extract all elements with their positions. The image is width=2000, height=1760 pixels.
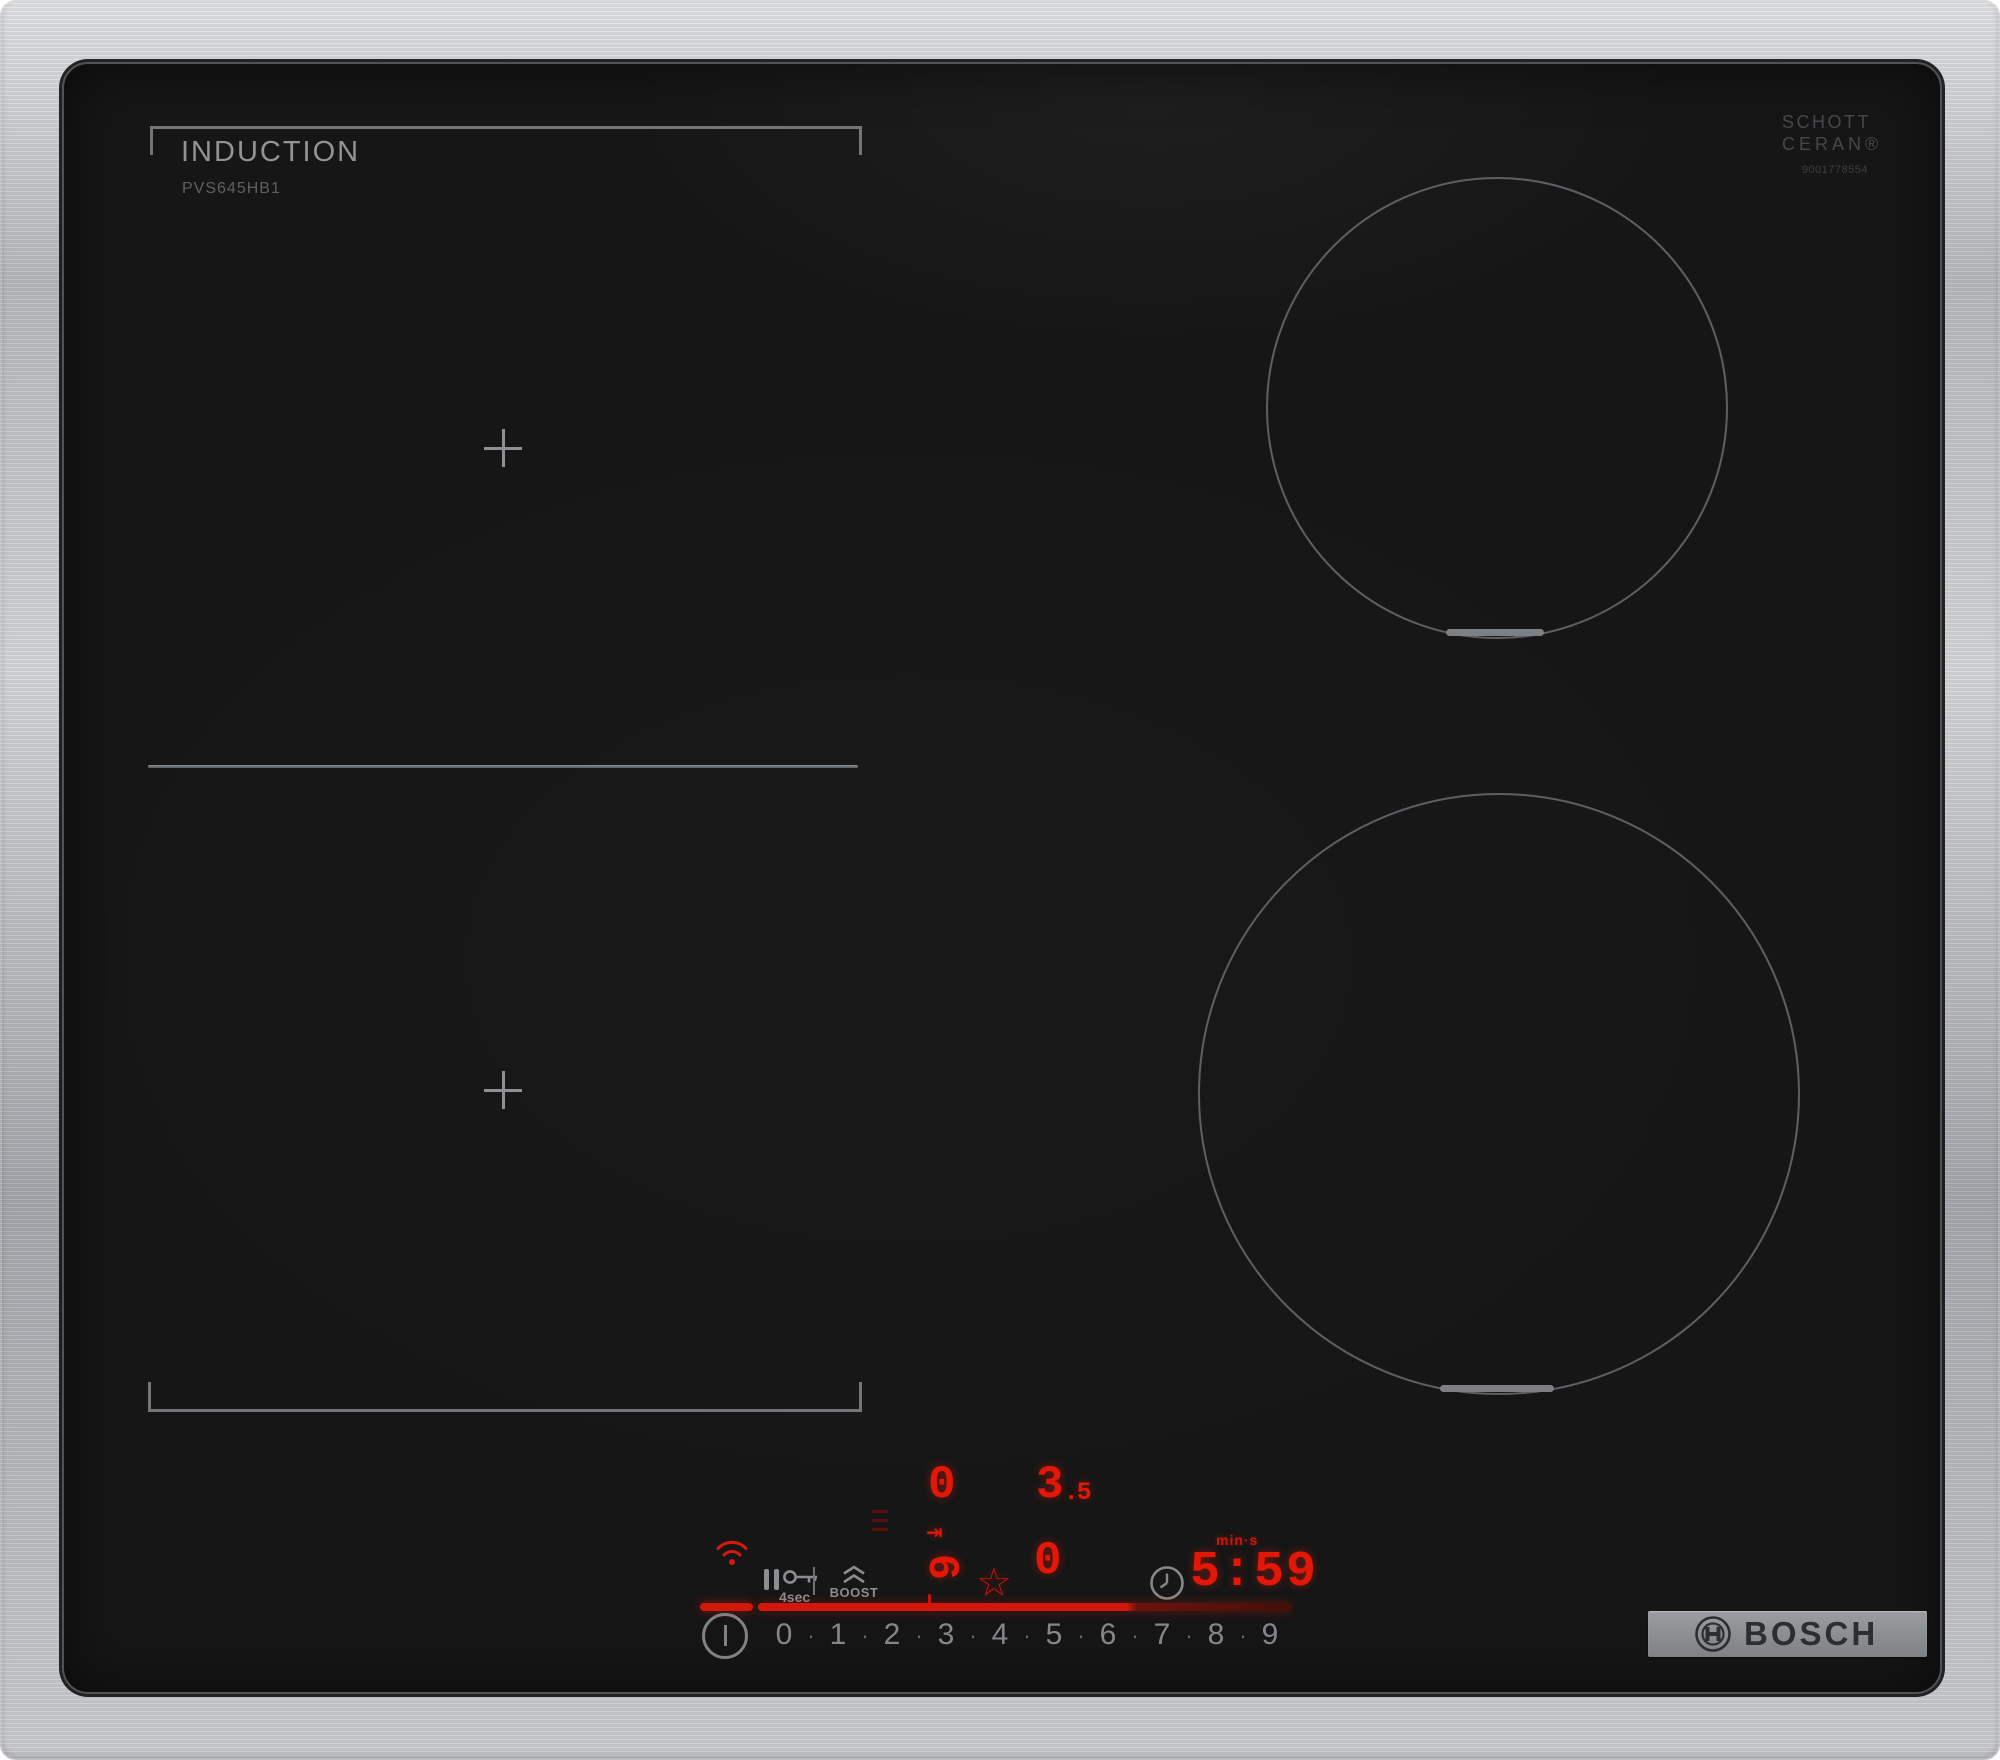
- boost-chevrons-icon: [843, 1565, 865, 1584]
- boost-label: BOOST: [829, 1585, 879, 1600]
- level-dot: ·: [1131, 1623, 1139, 1648]
- level-dot: ·: [1239, 1623, 1247, 1648]
- bosch-wordmark: BOSCH: [1744, 1615, 1879, 1652]
- level-dot: ·: [969, 1623, 977, 1648]
- move-pan-arrow-icon: ⇥: [926, 1520, 943, 1544]
- model-number-label: PVS645HB1: [182, 180, 281, 197]
- cooktop-product-shot: INDUCTION PVS645HB1 SCHOTT CERAN® 900177…: [0, 0, 2000, 1760]
- power-key[interactable]: [702, 1613, 748, 1659]
- front-right-level-display[interactable]: 0: [1034, 1538, 1062, 1584]
- rear-right-level-display[interactable]: 3 .5: [1036, 1459, 1092, 1511]
- front-left-level-display[interactable]: ⇥ 6: [916, 1520, 966, 1609]
- level-key-8[interactable]: 8: [1201, 1618, 1231, 1652]
- level-dot: ·: [1185, 1623, 1193, 1648]
- flex-zone-rear-center-mark: [484, 429, 522, 467]
- rear-right-zone-notch: [1446, 629, 1544, 636]
- level-dot: ·: [1023, 1623, 1031, 1648]
- rear-right-level-main: 3: [1036, 1459, 1064, 1511]
- induction-print-label: INDUCTION: [181, 136, 361, 168]
- timer-clock-key[interactable]: [1148, 1564, 1186, 1602]
- level-key-1[interactable]: 1: [823, 1618, 853, 1652]
- flex-zone-bottom-bracket: [148, 1382, 862, 1412]
- rear-left-level-display[interactable]: 0: [928, 1462, 956, 1508]
- childlock-key[interactable]: 4sec: [779, 1566, 825, 1605]
- boost-key[interactable]: BOOST: [823, 1564, 885, 1604]
- bosch-anchor-icon: [1695, 1616, 1731, 1652]
- flex-link-icon: [872, 1510, 888, 1537]
- glass-code-label: 9001778554: [1801, 164, 1868, 176]
- ceran-line: CERAN®: [1782, 134, 1883, 154]
- wifi-icon: [716, 1540, 748, 1565]
- level-key-7[interactable]: 7: [1147, 1618, 1177, 1652]
- level-dot: ·: [807, 1623, 815, 1648]
- level-dot: ·: [1077, 1623, 1085, 1648]
- panel-divider: [813, 1567, 815, 1595]
- rear-right-level-decimal: .5: [1063, 1478, 1092, 1507]
- front-left-level-digit: 6: [916, 1553, 966, 1581]
- front-right-zone-ring: [1198, 793, 1800, 1395]
- level-key-4[interactable]: 4: [985, 1618, 1015, 1652]
- level-key-3[interactable]: 3: [931, 1618, 961, 1652]
- power-slider-bar[interactable]: [758, 1603, 1292, 1611]
- level-key-5[interactable]: 5: [1039, 1618, 1069, 1652]
- rear-right-zone-ring: [1266, 177, 1728, 639]
- level-key-0[interactable]: 0: [769, 1618, 799, 1652]
- level-dot: ·: [915, 1623, 923, 1648]
- key-icon: [783, 1570, 817, 1584]
- timer-value-display: 5:59: [1190, 1544, 1319, 1601]
- level-key-6[interactable]: 6: [1093, 1618, 1123, 1652]
- schott-line: SCHOTT: [1782, 112, 1871, 132]
- level-key-2[interactable]: 2: [877, 1618, 907, 1652]
- flex-zone-front-center-mark: [484, 1071, 522, 1109]
- slider-zero-segment[interactable]: [700, 1603, 753, 1611]
- front-right-zone-notch: [1440, 1385, 1554, 1392]
- favourite-star-key[interactable]: ☆: [976, 1560, 1012, 1606]
- schott-ceran-brand: SCHOTT CERAN® 9001778554: [1782, 112, 1883, 176]
- pause-icon: [764, 1569, 769, 1590]
- level-dot: ·: [861, 1623, 869, 1648]
- level-key-9[interactable]: 9: [1255, 1618, 1285, 1652]
- bosch-badge: BOSCH: [1648, 1611, 1927, 1657]
- flex-zone-divider-line: [148, 765, 858, 768]
